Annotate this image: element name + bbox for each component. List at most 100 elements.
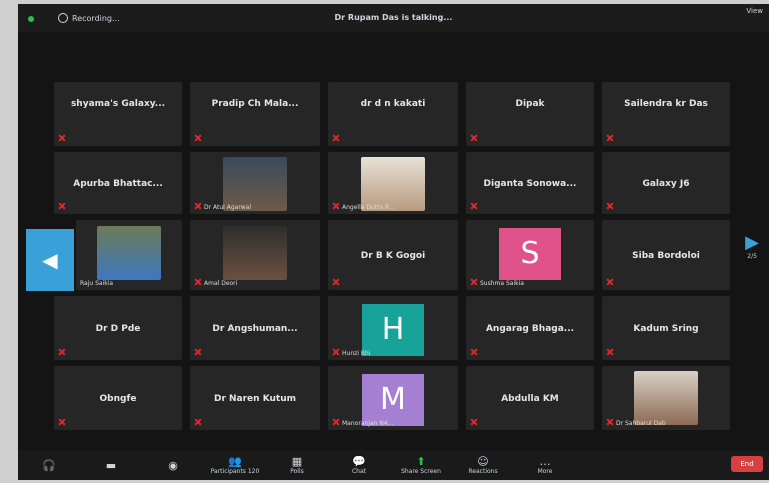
participant-name: dr d n kakati: [360, 98, 426, 109]
chevron-left-icon: ◀: [42, 248, 58, 272]
mic-muted-icon: [58, 202, 64, 210]
participant-name: Dr D Pde: [95, 324, 141, 335]
reactions-icon: ☺: [477, 455, 489, 468]
participant-tile[interactable]: Abdulla KM: [466, 366, 594, 430]
participant-avatar: M: [362, 373, 424, 426]
security-icon: ◉: [168, 458, 178, 472]
mic-muted-icon: [332, 202, 338, 210]
participant-tile[interactable]: Dr B K Gogoi: [328, 220, 458, 290]
view-button[interactable]: View: [746, 7, 763, 15]
participant-tile[interactable]: shyama's Galaxy...: [54, 82, 182, 146]
participant-tile[interactable]: Amal Deori: [190, 220, 320, 290]
chat-icon: 💬: [352, 455, 366, 468]
participant-name: Manoranjan N4...: [342, 420, 394, 427]
participant-name: Galaxy J6: [642, 179, 690, 190]
more-label: More: [537, 468, 553, 475]
participant-tile[interactable]: Dr Atul Agarwal: [190, 152, 320, 214]
participant-tile[interactable]: Raju Saikia: [76, 220, 182, 290]
participant-name: Kadum Sring: [633, 324, 699, 335]
chat-label: Chat: [351, 468, 367, 475]
reactions-button[interactable]: ☺ Reactions: [452, 455, 514, 475]
mic-muted-icon: [194, 134, 200, 142]
participant-tile[interactable]: Sailendra kr Das: [602, 82, 730, 146]
participant-name: Apurba Bhattac...: [73, 179, 163, 190]
participant-tile[interactable]: Dr Sahbarul Dab: [602, 366, 730, 430]
participant-name: Pradip Ch Mala...: [211, 98, 299, 109]
participant-video: [223, 156, 287, 211]
mic-muted-icon: [58, 134, 64, 142]
polls-icon: ▦: [291, 455, 303, 468]
more-icon: …: [539, 455, 551, 468]
participant-name: Sushma Saikia: [480, 280, 524, 287]
participant-tile[interactable]: Galaxy J6: [602, 152, 730, 214]
mic-muted-icon: [470, 418, 476, 426]
audio-button[interactable]: 🎧: [18, 459, 80, 472]
polls-button[interactable]: ▦ Polls: [266, 455, 328, 475]
participant-name: Dr Naren Kutum: [213, 394, 297, 405]
participant-tile[interactable]: Angarag Bhaga...: [466, 296, 594, 360]
participant-video: [361, 156, 425, 211]
share-screen-button[interactable]: ⬆ Share Screen: [390, 455, 452, 475]
chat-button[interactable]: 💬 Chat: [328, 455, 390, 475]
participants-label: Participants: [210, 468, 246, 475]
next-page-button[interactable]: ▶ 2/5: [745, 232, 759, 260]
participant-name: Dr Sahbarul Dab: [616, 420, 666, 427]
mic-muted-icon: [606, 348, 612, 356]
participant-name: Dr B K Gogoi: [360, 250, 426, 261]
participant-name: Abdulla KM: [501, 394, 559, 405]
participants-button[interactable]: 👥 Participants 120: [204, 455, 266, 475]
participant-tile[interactable]: Pradip Ch Mala...: [190, 82, 320, 146]
mic-muted-icon: [194, 278, 200, 286]
mic-muted-icon: [194, 348, 200, 356]
participant-tile[interactable]: Angella Dutta R...: [328, 152, 458, 214]
participant-tile[interactable]: Diganta Sonowa...: [466, 152, 594, 214]
zoom-window: Recording... Dr Rupam Das is talking... …: [18, 4, 769, 480]
mic-muted-icon: [606, 134, 612, 142]
participant-name: Dr Atul Agarwal: [204, 204, 252, 211]
previous-page-button[interactable]: ◀: [26, 229, 74, 291]
participant-tile[interactable]: Dr Angshuman...: [190, 296, 320, 360]
headphones-icon: 🎧: [42, 458, 56, 472]
participant-avatar: H: [362, 303, 424, 356]
participant-name: Dipak: [515, 98, 545, 109]
participant-name: Sailendra kr Das: [624, 98, 708, 109]
chevron-right-icon: ▶: [745, 232, 759, 253]
participant-tile[interactable]: dr d n kakati: [328, 82, 458, 146]
participants-icon: 👥: [228, 455, 242, 468]
more-button[interactable]: … More: [514, 455, 576, 475]
share-screen-icon: ⬆: [416, 455, 426, 468]
meeting-toolbar: 🎧 ▬ ◉ 👥 Participants 120 ▦ Polls 💬 Chat ⬆ Sh…: [18, 450, 769, 480]
participant-tile[interactable]: Apurba Bhattac...: [54, 152, 182, 214]
participant-name: Angarag Bhaga...: [485, 324, 575, 335]
mic-muted-icon: [606, 418, 612, 426]
participant-avatar: S: [499, 228, 561, 281]
participant-name: Siba Bordoloi: [632, 250, 700, 261]
mic-muted-icon: [606, 202, 612, 210]
participant-name: Raju Saikia: [80, 280, 114, 287]
participant-tile[interactable]: Kadum Sring: [602, 296, 730, 360]
participant-tile[interactable]: Siba Bordoloi: [602, 220, 730, 290]
participants-count: 120: [247, 468, 260, 475]
participant-tile[interactable]: S Sushma Saikia: [466, 220, 594, 290]
participant-tile[interactable]: Obngfe: [54, 366, 182, 430]
mic-muted-icon: [470, 202, 476, 210]
participant-tile[interactable]: Dipak: [466, 82, 594, 146]
participant-video: [634, 371, 698, 426]
mic-muted-icon: [332, 134, 338, 142]
security-button[interactable]: ◉: [142, 459, 204, 472]
participant-name: shyama's Galaxy...: [70, 98, 166, 109]
mic-muted-icon: [58, 418, 64, 426]
participant-tile[interactable]: Dr Naren Kutum: [190, 366, 320, 430]
participant-name: Amal Deori: [204, 280, 238, 287]
end-button[interactable]: End: [731, 456, 763, 472]
mic-muted-icon: [58, 348, 64, 356]
mic-muted-icon: [470, 348, 476, 356]
reactions-label: Reactions: [468, 468, 498, 475]
participant-tile[interactable]: M Manoranjan N4...: [328, 366, 458, 430]
participant-name: Dr Angshuman...: [212, 324, 298, 335]
participant-tile[interactable]: H Hunzi Bhi: [328, 296, 458, 360]
mic-muted-icon: [332, 418, 338, 426]
top-bar: Recording... Dr Rupam Das is talking... …: [18, 4, 769, 32]
video-button[interactable]: ▬: [80, 459, 142, 472]
participant-tile[interactable]: Dr D Pde: [54, 296, 182, 360]
